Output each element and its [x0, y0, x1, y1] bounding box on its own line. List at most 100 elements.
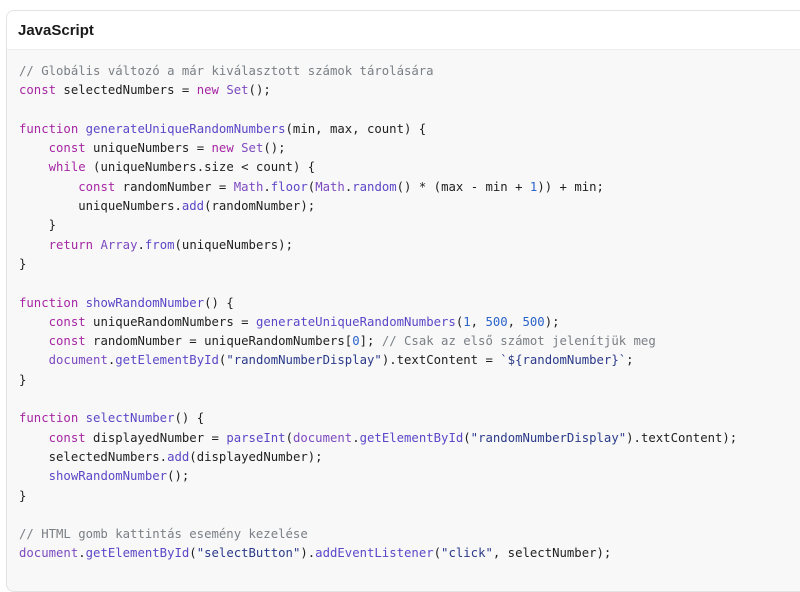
- code-block: JavaScript // Globális változó a már kiv…: [6, 10, 800, 592]
- code-text: (: [463, 430, 471, 445]
- code-builtin: document: [48, 353, 108, 368]
- code-line: document.getElementById("selectButton").…: [19, 544, 800, 563]
- code-keyword: new: [196, 83, 219, 98]
- code-function: from: [144, 237, 175, 252]
- code-line: function selectNumber() {: [19, 409, 800, 428]
- code-line: document.getElementById("randomNumberDis…: [19, 351, 800, 370]
- code-function: selectNumber: [85, 411, 175, 426]
- code-keyword: const: [19, 83, 57, 98]
- code-text: .: [137, 237, 145, 252]
- code-string: `${randomNumber}`: [500, 353, 627, 368]
- code-string: "randomNumberDisplay": [226, 353, 382, 368]
- code-text: randomNumber =: [115, 179, 234, 194]
- code-text: }: [19, 218, 57, 233]
- code-text: displayedNumber =: [85, 430, 227, 445]
- code-builtin: document: [292, 430, 353, 445]
- code-keyword: const: [48, 314, 86, 329]
- code-function: getElementById: [85, 546, 190, 561]
- code-keyword: function: [19, 411, 79, 426]
- code-text: (min, max, count) {: [285, 121, 427, 136]
- code-text: uniqueNumbers.: [19, 199, 182, 214]
- code-text: () * (max - min +: [396, 179, 530, 194]
- code-string: "selectButton": [196, 546, 301, 561]
- code-text: ,: [507, 314, 523, 329]
- code-builtin: Math: [233, 179, 264, 194]
- code-keyword: function: [19, 121, 79, 136]
- code-keyword: const: [48, 430, 86, 445]
- code-text: (uniqueNumbers);: [174, 237, 293, 252]
- code-builtin: Set: [241, 141, 264, 156]
- code-keyword: function: [19, 295, 79, 310]
- code-function: generateUniqueRandomNumbers: [255, 314, 456, 329]
- code-text: ).textContent =: [381, 353, 501, 368]
- code-number: 0: [352, 334, 360, 349]
- code-line: selectedNumbers.add(displayedNumber);: [19, 448, 800, 467]
- code-text: ;: [626, 353, 634, 368]
- code-text: , selectNumber);: [492, 546, 612, 561]
- code-string: "click": [441, 546, 493, 561]
- code-text: (: [285, 430, 293, 445]
- code-line: showRandomNumber();: [19, 467, 800, 486]
- code-line: while (uniqueNumbers.size < count) {: [19, 158, 800, 177]
- code-text: )) + min;: [537, 179, 604, 194]
- code-builtin: Set: [226, 83, 249, 98]
- code-keyword: const: [48, 141, 86, 156]
- code-keyword: const: [48, 334, 86, 349]
- code-line: const randomNumber = Math.floor(Math.ran…: [19, 178, 800, 197]
- code-text: ();: [263, 141, 286, 156]
- code-line: // HTML gomb kattintás esemény kezelése: [19, 525, 800, 544]
- code-comment: // Globális változó a már kiválasztott s…: [19, 64, 434, 78]
- code-number: 500: [485, 314, 508, 329]
- code-text: (: [189, 546, 197, 561]
- code-area[interactable]: // Globális változó a már kiválasztott s…: [7, 50, 800, 564]
- code-text: );: [544, 314, 560, 329]
- code-builtin: Math: [315, 179, 345, 194]
- code-language-label: JavaScript: [18, 21, 94, 39]
- code-comment: // Csak az első számot jelenítjük meg: [381, 334, 656, 349]
- code-text: (uniqueNumbers.size < count) {: [85, 160, 316, 175]
- code-string: "randomNumberDisplay": [470, 430, 627, 445]
- code-text: ];: [359, 334, 382, 349]
- code-line: const displayedNumber = parseInt(documen…: [19, 429, 800, 448]
- code-line: const uniqueRandomNumbers = generateUniq…: [19, 313, 800, 332]
- code-number: 1: [463, 314, 471, 329]
- code-text: (displayedNumber);: [189, 449, 323, 464]
- code-text: .: [263, 179, 271, 194]
- code-function: add: [181, 199, 205, 214]
- code-function: random: [352, 179, 397, 194]
- code-line: ​: [19, 274, 800, 293]
- code-text: ,: [470, 314, 486, 329]
- code-text: uniqueRandomNumbers =: [85, 314, 256, 329]
- code-line: function showRandomNumber() {: [19, 294, 800, 313]
- code-function: showRandomNumber: [48, 469, 168, 484]
- code-text: .: [78, 546, 86, 561]
- code-text: () {: [174, 411, 205, 426]
- code-block-header: JavaScript: [7, 11, 800, 50]
- code-function: parseInt: [226, 430, 286, 445]
- code-line: }: [19, 487, 800, 506]
- code-text: }: [19, 372, 27, 387]
- code-text: selectedNumbers.: [19, 449, 168, 464]
- code-line: return Array.from(uniqueNumbers);: [19, 236, 800, 255]
- code-text: }: [19, 256, 27, 271]
- code-function: showRandomNumber: [85, 295, 205, 310]
- code-line: }: [19, 371, 800, 390]
- code-text: (: [433, 546, 442, 561]
- code-text: ();: [248, 83, 271, 98]
- code-keyword: new: [211, 141, 234, 156]
- code-text: ();: [167, 469, 190, 484]
- code-function: addEventListener: [315, 546, 434, 561]
- code-text: selectedNumbers =: [56, 83, 197, 98]
- code-text: }: [19, 488, 27, 503]
- code-line: ​: [19, 390, 800, 409]
- code-keyword: const: [78, 179, 116, 194]
- code-text: () {: [204, 295, 234, 310]
